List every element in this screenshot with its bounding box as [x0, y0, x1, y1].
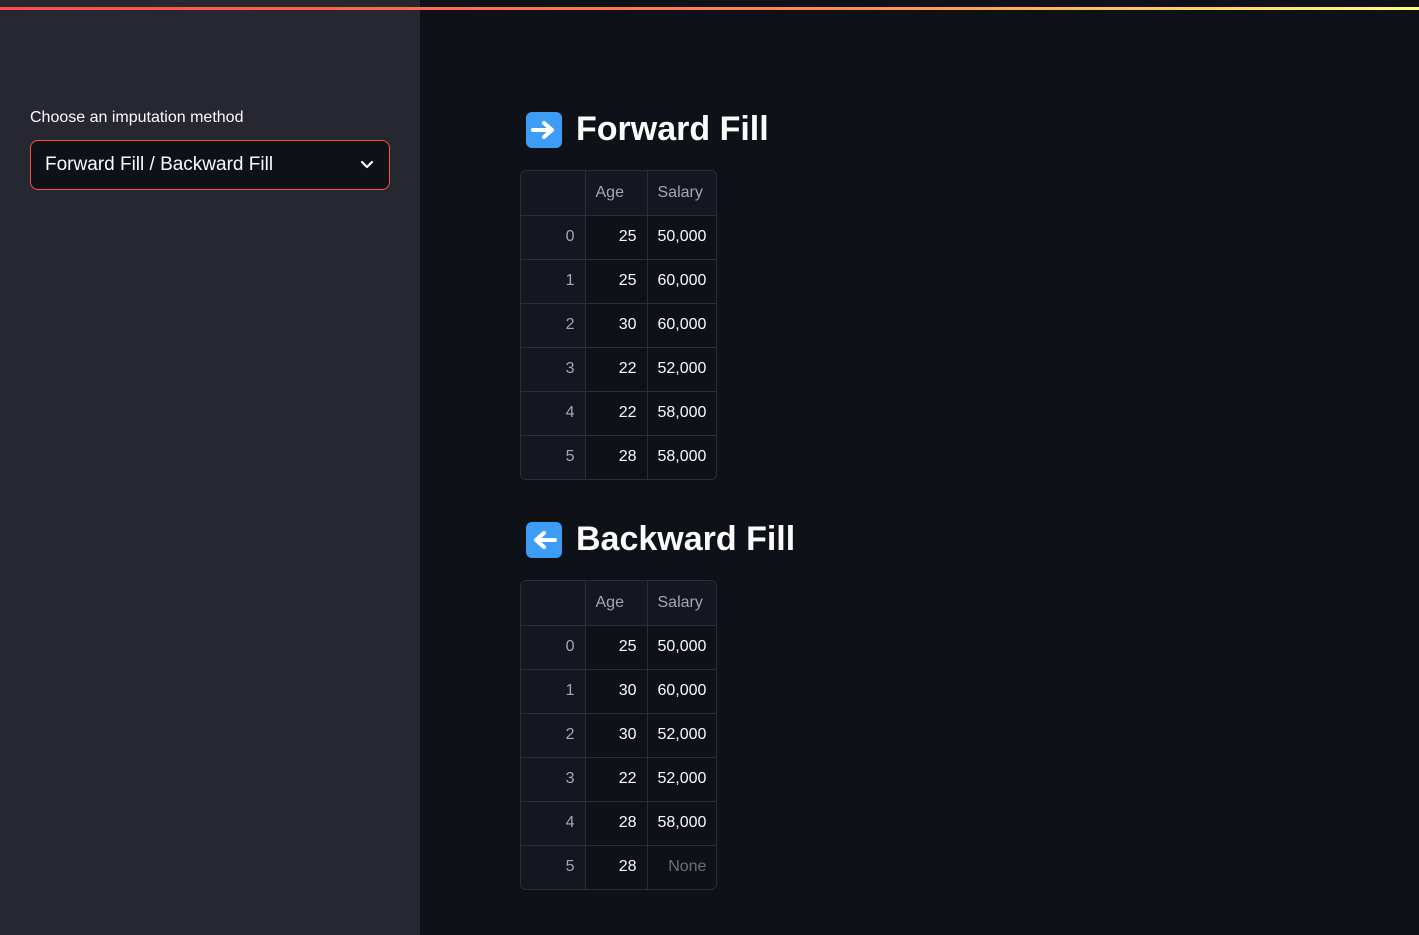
- index-header: [521, 171, 586, 216]
- table-row: 4 28 58,000: [521, 801, 717, 846]
- table-row: 5 28 58,000: [521, 435, 716, 479]
- forward-fill-dataframe[interactable]: Age Salary 0 25 50,000 1 25 60,000 2 30 60,000…: [520, 170, 718, 480]
- age-cell[interactable]: 30: [585, 669, 648, 714]
- table-row: 0 25 50,000: [521, 215, 717, 260]
- salary-cell[interactable]: 52,000: [647, 347, 717, 392]
- column-header-salary[interactable]: Salary: [647, 171, 717, 216]
- forward-fill-heading: Forward Fill: [526, 110, 769, 149]
- chevron-down-icon: [359, 157, 375, 173]
- forward-fill-title: Forward Fill: [576, 110, 769, 148]
- backward-fill-heading: Backward Fill: [526, 520, 795, 559]
- age-cell[interactable]: 22: [585, 347, 648, 392]
- row-index: 4: [521, 391, 586, 436]
- age-cell[interactable]: 28: [585, 435, 648, 479]
- row-index: 5: [521, 845, 586, 889]
- row-index: 1: [521, 259, 586, 304]
- table-row: 1 25 60,000: [521, 259, 717, 304]
- row-index: 5: [521, 435, 586, 479]
- age-cell[interactable]: 30: [585, 303, 648, 348]
- salary-cell[interactable]: 52,000: [647, 757, 717, 802]
- salary-cell-none[interactable]: None: [647, 845, 716, 889]
- salary-cell[interactable]: 52,000: [647, 713, 717, 758]
- row-index: 2: [521, 713, 586, 758]
- salary-cell[interactable]: 60,000: [647, 669, 717, 714]
- row-index: 2: [521, 303, 586, 348]
- table-row: 2 30 60,000: [521, 303, 717, 348]
- row-index: 0: [521, 625, 586, 670]
- salary-cell[interactable]: 58,000: [647, 391, 717, 436]
- column-header-age[interactable]: Age: [585, 581, 648, 626]
- age-cell[interactable]: 30: [585, 713, 648, 758]
- table-row: 4 22 58,000: [521, 391, 717, 436]
- table-row: 2 30 52,000: [521, 713, 717, 758]
- backward-fill-dataframe[interactable]: Age Salary 0 25 50,000 1 30 60,000 2 30 52,000…: [520, 580, 718, 890]
- sidebar: Choose an imputation method Forward Fill…: [0, 0, 420, 935]
- row-index: 4: [521, 801, 586, 846]
- table-row: 5 28 None: [521, 845, 716, 889]
- salary-cell[interactable]: 60,000: [647, 259, 717, 304]
- salary-cell[interactable]: 50,000: [647, 215, 717, 260]
- salary-cell[interactable]: 60,000: [647, 303, 717, 348]
- select-value: Forward Fill / Backward Fill: [45, 154, 274, 175]
- age-cell[interactable]: 25: [585, 259, 648, 304]
- select-label: Choose an imputation method: [30, 109, 244, 126]
- table-row: 3 22 52,000: [521, 757, 717, 802]
- age-cell[interactable]: 25: [585, 625, 648, 670]
- right-arrow-icon: [526, 111, 562, 148]
- table-row: 0 25 50,000: [521, 625, 717, 670]
- backward-fill-title: Backward Fill: [576, 520, 796, 558]
- table-row: 3 22 52,000: [521, 347, 717, 392]
- age-cell[interactable]: 22: [585, 757, 648, 802]
- salary-cell[interactable]: 58,000: [647, 435, 716, 479]
- column-header-age[interactable]: Age: [585, 171, 648, 216]
- salary-cell[interactable]: 58,000: [647, 801, 717, 846]
- column-header-salary[interactable]: Salary: [647, 581, 717, 626]
- table-row: 1 30 60,000: [521, 669, 717, 714]
- left-arrow-icon: [526, 521, 562, 558]
- age-cell[interactable]: 28: [585, 845, 648, 889]
- imputation-method-select[interactable]: Forward Fill / Backward Fill: [30, 140, 390, 190]
- row-index: 3: [521, 757, 586, 802]
- salary-cell[interactable]: 50,000: [647, 625, 717, 670]
- age-cell[interactable]: 28: [585, 801, 648, 846]
- row-index: 1: [521, 669, 586, 714]
- row-index: 3: [521, 347, 586, 392]
- age-cell[interactable]: 22: [585, 391, 648, 436]
- row-index: 0: [521, 215, 586, 260]
- index-header: [521, 581, 586, 626]
- age-cell[interactable]: 25: [585, 215, 648, 260]
- main-content: Forward Fill Age Salary 0 25 50,000 1 25 60,…: [420, 0, 1419, 935]
